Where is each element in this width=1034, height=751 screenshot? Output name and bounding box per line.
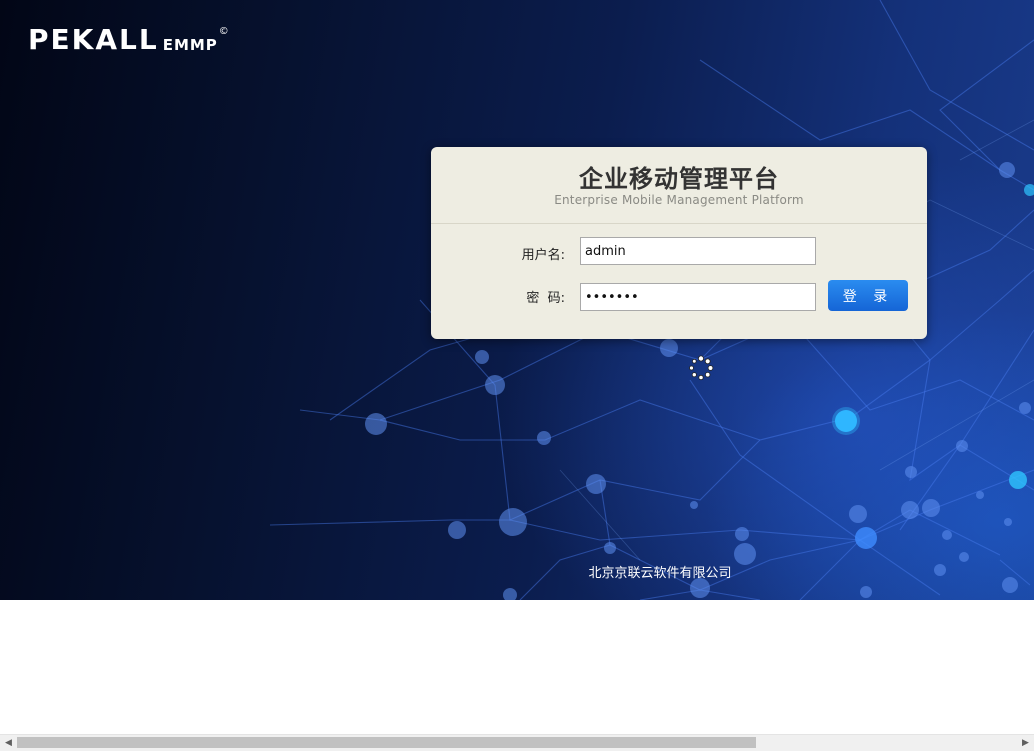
platform-title: 企业移动管理平台 (579, 165, 779, 193)
scrollbar-thumb[interactable] (17, 737, 756, 748)
logo-registered-mark: © (218, 26, 229, 37)
password-input[interactable] (580, 283, 816, 311)
username-label: 用户名: (521, 248, 565, 263)
platform-subtitle: Enterprise Mobile Management Platform (554, 193, 804, 207)
loading-spinner-icon (689, 355, 714, 381)
login-button[interactable]: 登 录 (828, 280, 908, 311)
chevron-left-icon[interactable]: ◀ (0, 735, 17, 751)
username-input[interactable] (580, 237, 816, 265)
login-panel: 企业移动管理平台 Enterprise Mobile Management Pl… (431, 147, 927, 339)
logo-subtext: EMMP (162, 36, 218, 54)
password-label: 密 码: (526, 291, 565, 306)
company-name: 北京京联云软件有限公司 (588, 566, 732, 581)
brand-logo: PEKALL EMMP © (28, 23, 229, 56)
panel-divider (431, 223, 927, 224)
chevron-right-icon[interactable]: ▶ (1017, 735, 1034, 751)
login-background: PEKALL EMMP © 企业移动管理平台 Enterprise Mobile… (0, 0, 1034, 600)
logo-text: PEKALL (28, 23, 159, 56)
horizontal-scrollbar[interactable]: ◀ ▶ (0, 734, 1034, 751)
